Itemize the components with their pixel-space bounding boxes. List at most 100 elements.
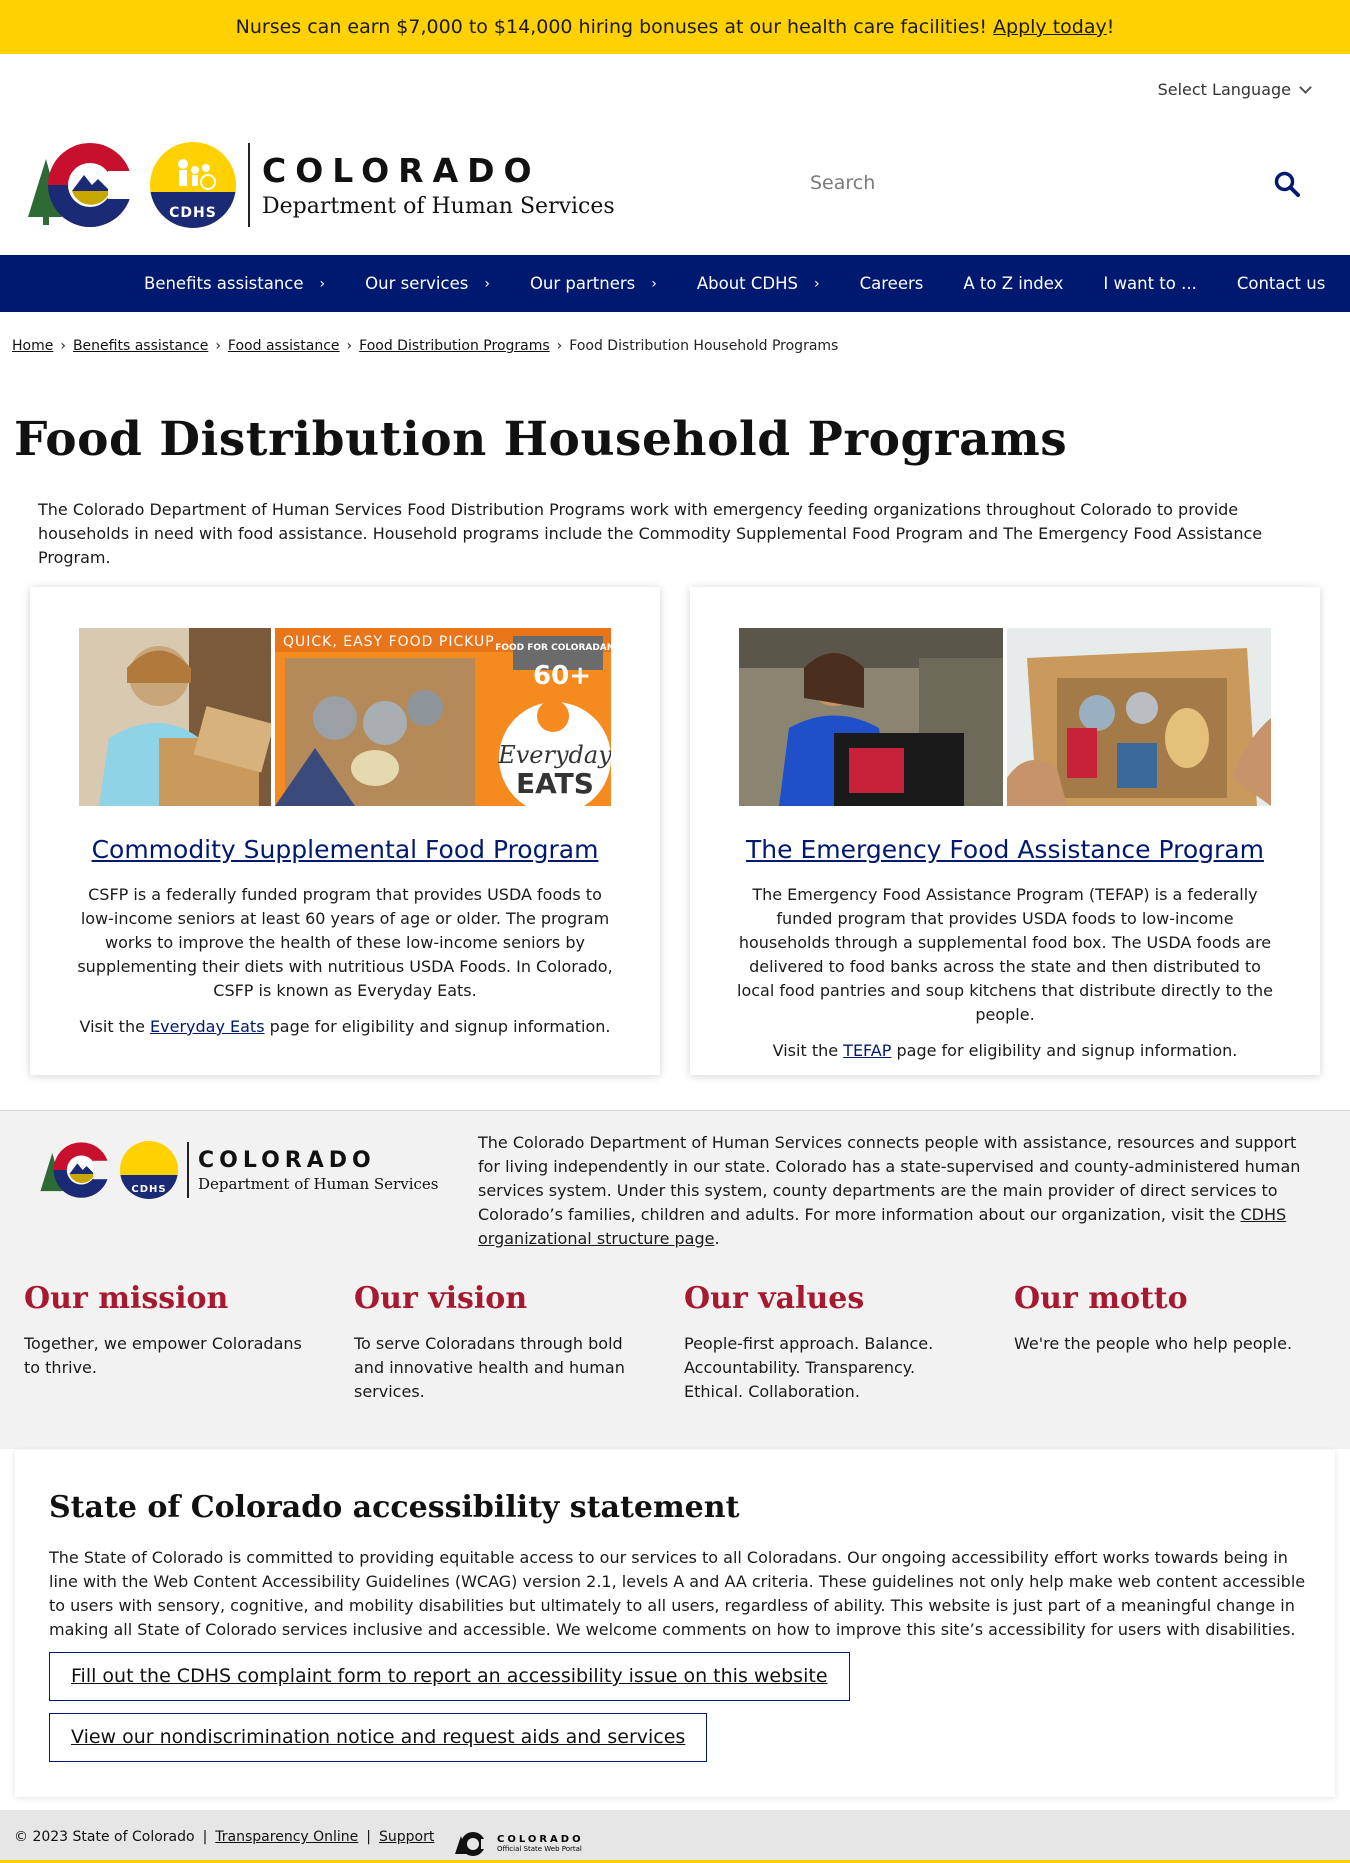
- chevron-right-icon[interactable]: ›: [651, 276, 657, 292]
- csfp-description: CSFP is a federally funded program that …: [77, 885, 613, 1000]
- cdhs-badge-text: CDHS: [169, 205, 217, 221]
- breadcrumb-separator: ›: [346, 338, 353, 354]
- motto-column: Our motto We're the people who help peop…: [1014, 1281, 1344, 1404]
- vision-text: To serve Coloradans through bold and inn…: [354, 1334, 625, 1401]
- mission-column: Our mission Together, we empower Colorad…: [24, 1281, 354, 1404]
- nav-item-benefits-assistance[interactable]: Benefits assistance ›: [124, 274, 345, 293]
- cdhs-badge-icon: CDHS: [150, 142, 236, 228]
- csfp-card-title: Commodity Supplemental Food Program: [30, 835, 660, 864]
- program-card-csfp: QUICK, EASY FOOD PICKUP FOOD FOR COLORAD…: [30, 587, 660, 1075]
- breadcrumb-current: Food Distribution Household Programs: [569, 338, 839, 354]
- nav-item-label: About CDHS: [696, 274, 798, 293]
- support-link[interactable]: Support: [379, 1829, 434, 1845]
- csfp-visit-text: Visit the Everyday Eats page for eligibi…: [79, 1017, 611, 1036]
- nav-item-contact-us[interactable]: Contact us: [1217, 274, 1346, 293]
- tefap-description: The Emergency Food Assistance Program (T…: [737, 885, 1273, 1024]
- nondiscrimination-button[interactable]: View our nondiscrimination notice and re…: [49, 1713, 708, 1762]
- nav-item-label: I want to ...: [1103, 274, 1197, 293]
- breadcrumb-separator: ›: [556, 338, 563, 354]
- svg-text:60+: 60+: [533, 661, 591, 691]
- everyday-eats-graphic: QUICK, EASY FOOD PICKUP FOOD FOR COLORAD…: [275, 628, 611, 806]
- warehouse-volunteer-photo: [739, 628, 1003, 806]
- nav-item-about-cdhs[interactable]: About CDHS ›: [677, 274, 840, 293]
- search-bar: [810, 165, 1320, 215]
- announcement-banner: Nurses can earn $7,000 to $14,000 hiring…: [0, 0, 1350, 54]
- accessibility-body: The State of Colorado is committed to pr…: [49, 1548, 1306, 1639]
- complaint-form-button[interactable]: Fill out the CDHS complaint form to repo…: [49, 1652, 850, 1701]
- breadcrumb-benefits[interactable]: Benefits assistance: [73, 338, 208, 354]
- cdhs-badge-icon: CDHS: [120, 1141, 178, 1199]
- nav-item-a-to-z-index[interactable]: A to Z index: [943, 274, 1083, 293]
- values-column: Our values People-first approach. Balanc…: [684, 1281, 1014, 1404]
- mission-heading: Our mission: [24, 1281, 229, 1316]
- breadcrumb-home[interactable]: Home: [12, 338, 53, 354]
- apply-today-link[interactable]: Apply today: [993, 16, 1107, 38]
- nav-item-careers[interactable]: Careers: [840, 274, 944, 293]
- logo-department-text: Department of Human Services: [198, 1174, 439, 1193]
- svg-text:EATS: EATS: [516, 767, 594, 800]
- tefap-page-link[interactable]: TEFAP: [843, 1041, 891, 1060]
- chevron-right-icon[interactable]: ›: [814, 276, 820, 292]
- nav-item-label: Careers: [859, 274, 924, 293]
- cdhs-badge-text: CDHS: [131, 1184, 167, 1195]
- colorado-c-logo-icon: [40, 1142, 116, 1198]
- site-logo[interactable]: CDHS COLORADO Department of Human Servic…: [28, 140, 615, 230]
- language-label: Select Language: [1157, 80, 1291, 99]
- nav-item-our-partners[interactable]: Our partners ›: [510, 274, 677, 293]
- values-heading: Our values: [684, 1281, 865, 1316]
- csfp-link[interactable]: Commodity Supplemental Food Program: [92, 835, 599, 864]
- colorado-portal-icon: [455, 1832, 491, 1856]
- breadcrumb-separator: ›: [215, 338, 221, 354]
- svg-text:FOOD FOR COLORADANS: FOOD FOR COLORADANS: [495, 643, 611, 653]
- chevron-right-icon[interactable]: ›: [484, 276, 490, 292]
- logo-colorado-text: COLORADO: [262, 151, 541, 190]
- tefap-link[interactable]: The Emergency Food Assistance Program: [746, 835, 1264, 864]
- state-portal-logo[interactable]: COLORADO Official State Web Portal: [455, 1830, 584, 1856]
- senior-woman-photo: [79, 628, 271, 806]
- footer-separator: |: [366, 1829, 372, 1845]
- nav-item-i-want-to[interactable]: I want to ...: [1083, 274, 1216, 293]
- motto-heading: Our motto: [1014, 1281, 1188, 1316]
- transparency-link[interactable]: Transparency Online: [215, 1829, 358, 1845]
- banner-tail: !: [1106, 16, 1115, 38]
- tefap-card-title: The Emergency Food Assistance Program: [690, 835, 1320, 864]
- motto-text: We're the people who help people.: [1014, 1334, 1293, 1353]
- logo-divider: [187, 1142, 189, 1198]
- nav-item-label: Our services: [365, 274, 469, 293]
- search-icon[interactable]: [1274, 171, 1300, 197]
- colorado-c-logo-icon: [28, 143, 142, 227]
- about-text: The Colorado Department of Human Service…: [478, 1133, 1301, 1248]
- tefap-image: [739, 628, 1271, 806]
- chevron-right-icon[interactable]: ›: [320, 276, 326, 292]
- page-intro: The Colorado Department of Human Service…: [38, 500, 1263, 567]
- csfp-image: QUICK, EASY FOOD PICKUP FOOD FOR COLORAD…: [79, 628, 611, 806]
- nav-item-our-services[interactable]: Our services ›: [345, 274, 510, 293]
- nav-item-label: A to Z index: [963, 274, 1064, 293]
- search-input[interactable]: [810, 165, 1210, 201]
- accessibility-title: State of Colorado accessibility statemen…: [49, 1490, 740, 1525]
- mission-text: Together, we empower Coloradans to thriv…: [24, 1334, 302, 1377]
- nav-item-label: Contact us: [1236, 274, 1326, 293]
- breadcrumb-food-distribution[interactable]: Food Distribution Programs: [359, 338, 550, 354]
- food-box-photo: [1007, 628, 1271, 806]
- page-title: Food Distribution Household Programs: [14, 412, 1068, 467]
- copyright: © 2023 State of Colorado: [14, 1829, 195, 1845]
- everyday-eats-link[interactable]: Everyday Eats: [150, 1017, 265, 1036]
- mission-columns: Our mission Together, we empower Colorad…: [24, 1281, 1344, 1404]
- values-text: People-first approach. Balance. Accounta…: [684, 1334, 934, 1401]
- portal-sub-text: Official State Web Portal: [497, 1844, 582, 1853]
- accessibility-statement: State of Colorado accessibility statemen…: [15, 1450, 1335, 1797]
- footer-logo[interactable]: CDHS COLORADO Department of Human Servic…: [40, 1141, 438, 1199]
- logo-divider: [248, 143, 250, 227]
- svg-text:QUICK, EASY FOOD PICKUP: QUICK, EASY FOOD PICKUP: [283, 634, 495, 650]
- footer-separator: |: [202, 1829, 208, 1845]
- tefap-visit-text: Visit the TEFAP page for eligibility and…: [772, 1041, 1238, 1060]
- breadcrumb-food-assistance[interactable]: Food assistance: [228, 338, 340, 354]
- nav-item-label: Benefits assistance: [144, 274, 304, 293]
- breadcrumb: Home › Benefits assistance › Food assistance…: [12, 338, 838, 354]
- logo-department-text: Department of Human Services: [262, 194, 615, 219]
- vision-heading: Our vision: [354, 1281, 528, 1316]
- banner-text: Nurses can earn $7,000 to $14,000 hiring…: [235, 16, 994, 38]
- breadcrumb-separator: ›: [60, 338, 66, 354]
- language-selector[interactable]: Select Language: [1157, 80, 1312, 99]
